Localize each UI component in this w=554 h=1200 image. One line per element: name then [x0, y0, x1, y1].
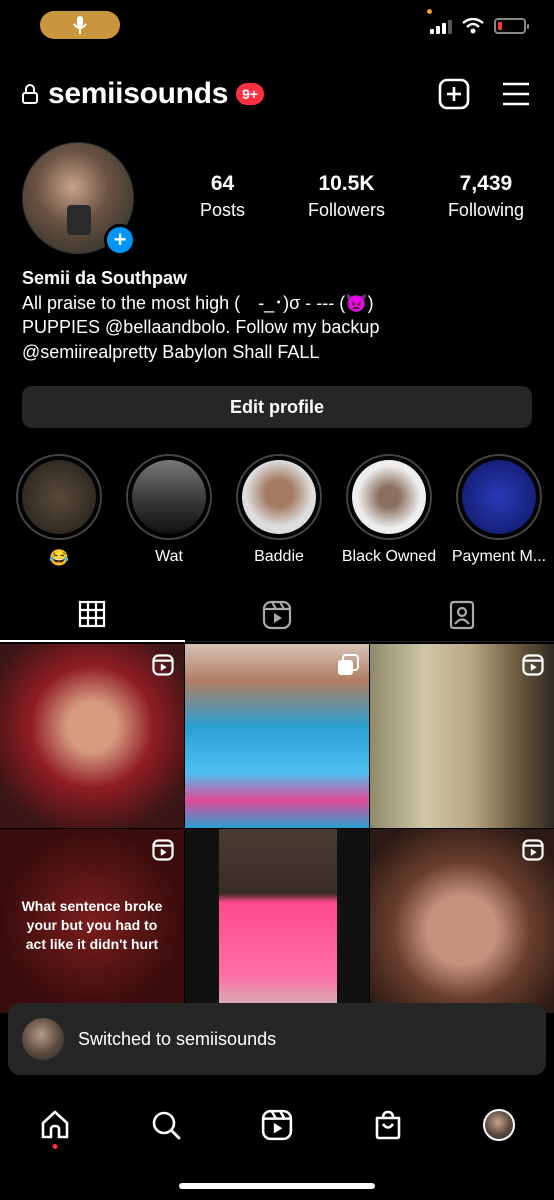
highlight-thumbnail: [352, 460, 426, 534]
tab-reels[interactable]: [184, 588, 370, 642]
post-thumbnail[interactable]: [370, 644, 554, 828]
stat-label: Posts: [200, 200, 246, 220]
tagged-person-icon: [449, 600, 474, 629]
plus-square-icon: [438, 78, 470, 110]
reels-icon: [152, 839, 174, 861]
toast-message: Switched to semiisounds: [78, 1028, 277, 1049]
highlight-label: Black Owned: [341, 548, 437, 565]
create-post-button[interactable]: [438, 78, 470, 110]
profile-bio: Semii da Southpaw All praise to the most…: [22, 266, 532, 364]
nav-home[interactable]: [25, 1095, 85, 1155]
notification-badge[interactable]: 9+: [236, 83, 265, 105]
add-story-button[interactable]: +: [104, 224, 136, 256]
hamburger-menu-icon: [503, 82, 529, 106]
display-name: Semii da Southpaw: [22, 268, 188, 288]
carousel-icon: [338, 654, 359, 675]
post-thumbnail[interactable]: [185, 644, 369, 828]
avatar: [22, 1018, 64, 1060]
story-highlights: 😂 Wat Baddie Black Owned Payment M...: [16, 454, 554, 568]
highlight-thumbnail: [22, 460, 96, 534]
menu-button[interactable]: [500, 78, 532, 110]
edit-profile-button[interactable]: Edit profile: [22, 386, 532, 428]
account-switch-toast: Switched to semiisounds: [8, 1003, 546, 1075]
post-thumbnail[interactable]: What sentence broke your but you had to …: [0, 829, 184, 1013]
stat-value: 10.5K: [318, 172, 375, 195]
profile-stats: 64 Posts 10.5K Followers 7,439 Following: [200, 172, 524, 221]
post-thumbnail[interactable]: [370, 829, 554, 1013]
username[interactable]: semiisounds: [48, 77, 228, 111]
bottom-navigation: [0, 1090, 554, 1160]
microphone-icon: [73, 16, 87, 34]
nav-search[interactable]: [136, 1095, 196, 1155]
privacy-indicator-dot: [427, 9, 432, 14]
nav-reels[interactable]: [247, 1095, 307, 1155]
nav-profile[interactable]: [469, 1095, 529, 1155]
stat-value: 7,439: [459, 172, 513, 195]
status-bar: [0, 0, 554, 50]
wifi-icon: [462, 18, 484, 34]
profile-tabs: [0, 588, 554, 642]
following-count[interactable]: 7,439 Following: [448, 172, 524, 221]
posts-count[interactable]: 64 Posts: [200, 172, 245, 221]
followers-count[interactable]: 10.5K Followers: [308, 172, 385, 221]
stat-value: 64: [210, 172, 235, 195]
post-thumbnail[interactable]: [185, 829, 369, 1013]
reels-icon: [522, 839, 544, 861]
microphone-indicator: [40, 11, 120, 39]
home-icon: [42, 1110, 69, 1139]
highlight-thumbnail: [132, 460, 206, 534]
stat-label: Followers: [307, 200, 385, 220]
highlight-item[interactable]: Payment M...: [452, 454, 546, 568]
home-indicator: [179, 1183, 375, 1189]
battery-icon: [494, 18, 529, 34]
search-icon: [152, 1111, 181, 1140]
post-thumbnail[interactable]: [0, 644, 184, 828]
reels-icon: [261, 1109, 293, 1141]
highlight-item[interactable]: 😂: [16, 454, 102, 568]
shopping-bag-icon: [375, 1110, 401, 1140]
highlight-label: Payment M...: [451, 548, 547, 565]
tab-tagged[interactable]: [369, 588, 554, 642]
cellular-signal-icon: [430, 18, 452, 34]
reels-icon: [262, 600, 292, 629]
stat-label: Following: [447, 200, 524, 220]
grid-icon: [79, 600, 106, 628]
reels-icon: [522, 654, 544, 676]
highlight-label: Baddie: [254, 548, 304, 565]
plus-icon: +: [113, 227, 127, 252]
tab-posts-grid[interactable]: [0, 588, 185, 642]
lock-icon: [22, 84, 38, 104]
highlight-item[interactable]: Black Owned: [342, 454, 436, 568]
highlight-item[interactable]: Wat: [126, 454, 212, 568]
highlight-label: Wat: [155, 548, 183, 565]
post-caption-overlay: What sentence broke your but you had to …: [21, 897, 163, 952]
posts-grid: What sentence broke your but you had to …: [0, 644, 554, 1013]
reels-icon: [152, 654, 174, 676]
notification-dot: [52, 1144, 58, 1149]
profile-avatar: [482, 1109, 515, 1141]
bio-line: All praise to the most high ( -_･)σ - --…: [22, 292, 374, 313]
nav-shop[interactable]: [358, 1095, 418, 1155]
highlight-thumbnail: [242, 460, 316, 534]
highlight-thumbnail: [462, 460, 536, 534]
profile-header: semiisounds 9+: [22, 70, 532, 118]
highlight-item[interactable]: Baddie: [236, 454, 322, 568]
bio-line[interactable]: PUPPIES @bellaandbolo. Follow my backup: [22, 315, 532, 340]
bio-line[interactable]: @semiirealpretty Babylon Shall FALL: [22, 340, 532, 365]
highlight-label: 😂: [49, 550, 69, 567]
